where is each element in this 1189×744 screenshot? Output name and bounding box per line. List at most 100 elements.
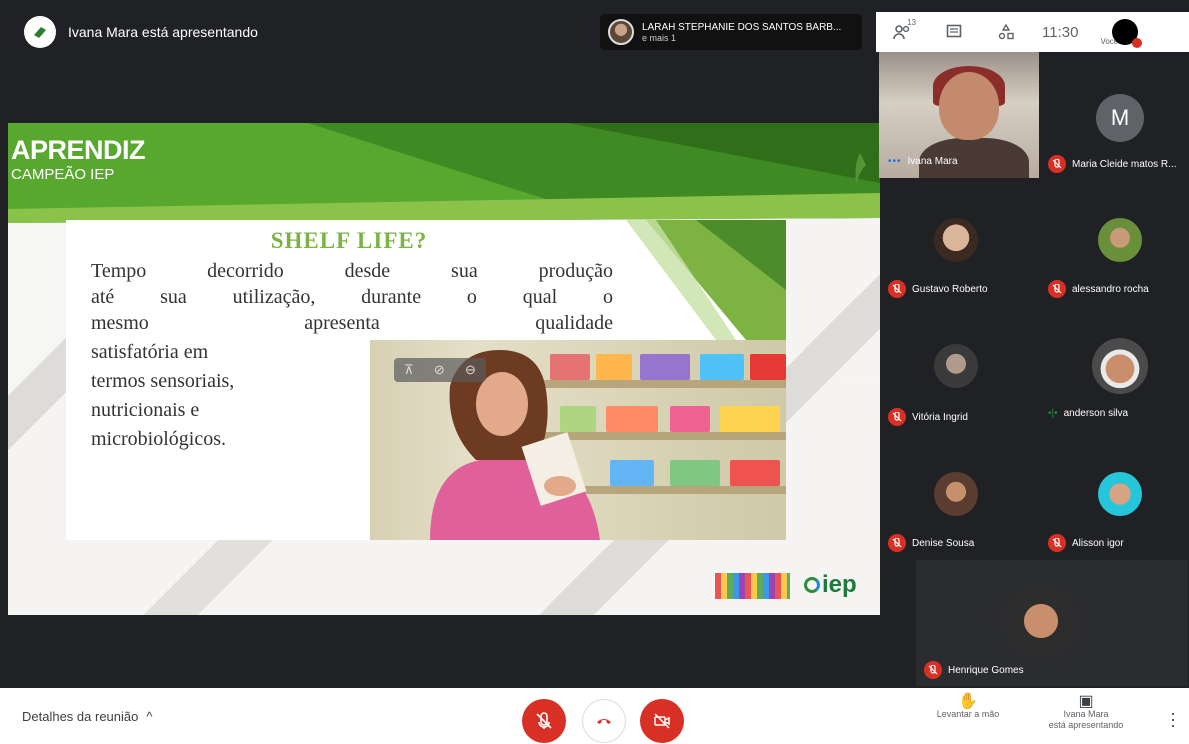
speaking-indicator-icon: ••• — [888, 156, 902, 167]
mic-off-icon — [888, 408, 906, 426]
mic-off-icon — [924, 661, 942, 679]
active-speaker-name: LARAH STEPHANIE DOS SANTOS BARB... — [642, 21, 842, 33]
avatar-initial: M — [1110, 105, 1130, 130]
brand-logo: APRENDIZ CAMPEÃO IEP — [11, 135, 146, 183]
brand-sub-text: CAMPEÃO IEP — [11, 166, 115, 183]
active-speaker-more: e mais 1 — [642, 32, 677, 43]
participant-name-tag: Vitória Ingrid — [888, 408, 968, 426]
product-shape — [670, 406, 710, 432]
iep-logo-text: iep — [822, 571, 857, 598]
avatar — [608, 19, 634, 45]
participant-name: Ivana Mara — [907, 156, 958, 167]
brand-main-text: APRENDIZ — [11, 135, 146, 165]
figure-face — [939, 72, 999, 140]
avatar[interactable] — [934, 344, 978, 388]
participant-name: Denise Sousa — [912, 537, 975, 549]
avatar[interactable] — [1004, 584, 1078, 658]
product-shape — [750, 354, 786, 380]
remove-icon[interactable]: ⊖ — [465, 362, 476, 378]
presenting-line-1: Ivana Mara — [1063, 709, 1109, 719]
raise-hand-button[interactable]: ✋ Levantar a mão — [926, 693, 1010, 720]
mic-off-icon — [1132, 38, 1143, 48]
paragraph-line: mesmo apresenta qualidade — [91, 312, 613, 334]
text-line: termos sensoriais, — [91, 370, 235, 392]
participant-name-tag: •|• anderson silva — [1048, 408, 1128, 419]
presenter-banner: Ivana Mara está apresentando — [24, 16, 258, 48]
meeting-details-button[interactable]: Detalhes da reunião ^ — [22, 709, 152, 724]
paragraph-line: Tempo decorrido desde sua produção — [91, 260, 613, 282]
presenter-banner-text: Ivana Mara está apresentando — [68, 24, 258, 40]
raise-hand-label: Levantar a mão — [936, 709, 1000, 719]
participant-name: Alisson igor — [1072, 537, 1124, 549]
avatar[interactable] — [1098, 472, 1142, 516]
slide-title: SHELF LIFE? — [270, 228, 428, 253]
meet-window: Ivana Mara está apresentando LARAH STEPH… — [0, 0, 1189, 744]
avatar[interactable] — [934, 218, 978, 262]
avatar[interactable] — [1092, 338, 1148, 394]
avatar[interactable] — [1098, 218, 1142, 262]
slide-content-card: SHELF LIFE? Tempo decorrido desde sua pr… — [66, 220, 786, 540]
presenting-line-2: está apresentando — [1048, 720, 1124, 730]
participant-name: anderson silva — [1063, 408, 1129, 419]
mic-toggle-button[interactable] — [522, 699, 566, 743]
participant-name: Henrique Gomes — [948, 664, 1024, 676]
participant-name: alessandro rocha — [1072, 283, 1149, 295]
sdg-badges — [715, 573, 790, 599]
meeting-details-label: Detalhes da reunião — [22, 709, 139, 724]
top-controls: 13 11:30 Você — [876, 12, 1189, 52]
product-shape — [640, 354, 690, 380]
end-call-button[interactable] — [582, 699, 626, 743]
slide-paragraph: Tempo decorrido desde sua produção até s… — [91, 258, 613, 336]
participant-name: Gustavo Roberto — [912, 283, 988, 295]
activities-icon[interactable] — [980, 12, 1032, 52]
pin-icon[interactable]: ⊼ — [404, 362, 414, 378]
mic-off-icon — [536, 712, 552, 729]
mic-off-icon — [1048, 534, 1066, 552]
slide-text-continued: satisfatória em termos sensoriais, nutri… — [91, 338, 234, 454]
mic-off-icon — [888, 534, 906, 552]
participant-name-tag: Alisson igor — [1048, 534, 1124, 552]
mic-off-icon — [1048, 280, 1066, 298]
text-line: nutricionais e — [91, 399, 200, 421]
participant-name: Maria Cleide matos R... — [1072, 158, 1177, 170]
participants-count: 13 — [907, 18, 916, 27]
product-shape — [730, 460, 780, 486]
participant-name-tag: Henrique Gomes — [924, 661, 1024, 679]
camera-off-icon — [654, 713, 670, 729]
chat-icon[interactable] — [928, 12, 980, 52]
hang-up-icon — [597, 719, 611, 724]
slide-overlay-toolbar: ⊼ ⊘ ⊖ — [394, 358, 486, 382]
mic-off-icon — [1048, 155, 1066, 173]
bottom-bar: Detalhes da reunião ^ ✋ Levantar a mão ▣… — [0, 688, 1189, 744]
avatar[interactable] — [934, 472, 978, 516]
participant-name-tag: Maria Cleide matos R... — [1048, 155, 1176, 173]
participant-name: Vitória Ingrid — [912, 411, 968, 423]
text-line: microbiológicos. — [91, 428, 226, 450]
meet-logo-icon — [24, 16, 56, 48]
product-shape — [670, 460, 720, 486]
hand-icon: ✋ — [958, 693, 978, 710]
avatar[interactable]: M — [1096, 94, 1144, 142]
participant-name-tag: Gustavo Roberto — [888, 280, 988, 298]
product-shape — [720, 406, 780, 432]
participant-name-tag: Denise Sousa — [888, 534, 974, 552]
participant-name-tag: alessandro rocha — [1048, 280, 1149, 298]
participant-name-tag: ••• Ivana Mara — [888, 156, 958, 167]
iep-logo: iep — [804, 571, 857, 599]
active-speaker-chip[interactable]: LARAH STEPHANIE DOS SANTOS BARB... e mai… — [600, 14, 862, 50]
product-shape — [610, 460, 654, 486]
text-line: satisfatória em — [91, 341, 209, 363]
supermarket-photo: ⊼ ⊘ ⊖ — [370, 340, 786, 540]
present-icon: ▣ — [1078, 693, 1094, 710]
camera-toggle-button[interactable] — [640, 699, 684, 743]
mute-icon[interactable]: ⊘ — [434, 362, 445, 378]
chevron-up-icon: ^ — [146, 709, 153, 724]
product-shape — [700, 354, 744, 380]
product-shape — [606, 406, 658, 432]
more-options-icon[interactable]: · · · — [1170, 704, 1176, 734]
present-now-button[interactable]: ▣ Ivana Mara está apresentando — [1032, 693, 1140, 731]
people-icon[interactable]: 13 — [876, 12, 928, 52]
slide-accent-shape — [626, 220, 786, 340]
iep-logo-icon — [804, 577, 820, 593]
speaking-indicator-icon: •|• — [1048, 408, 1058, 419]
